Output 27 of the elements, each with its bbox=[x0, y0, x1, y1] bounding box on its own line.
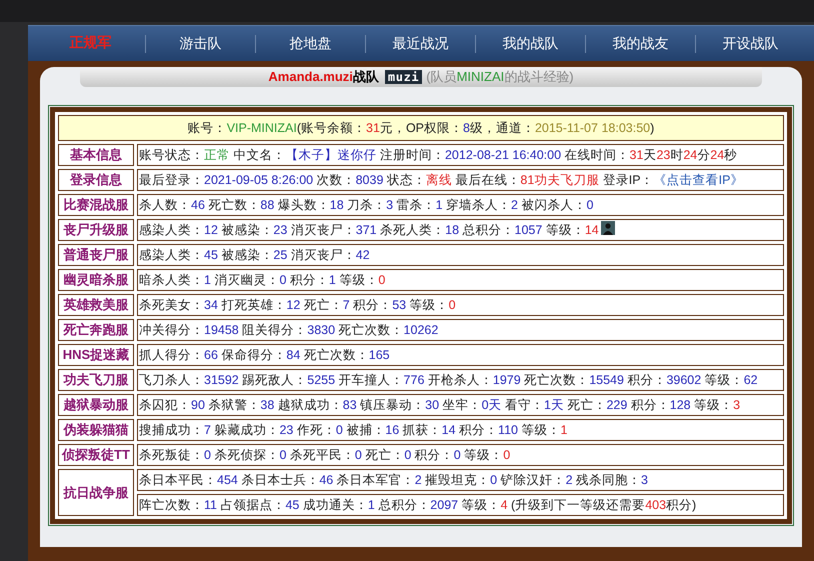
team-name: Amanda.muzi bbox=[268, 68, 353, 86]
category-label: 登录信息 bbox=[58, 169, 134, 191]
category-label: 丧尸升级服 bbox=[58, 219, 134, 241]
category-label: 英雄救美服 bbox=[58, 294, 134, 316]
nav-tab[interactable]: 我的战队 bbox=[476, 33, 585, 54]
team-logo: muzi bbox=[384, 70, 422, 84]
category-label: 幽灵暗杀服 bbox=[58, 269, 134, 291]
avatar-icon bbox=[600, 220, 615, 235]
nav-tab[interactable]: 抢地盘 bbox=[256, 33, 365, 54]
category-label: 普通丧尸服 bbox=[58, 244, 134, 266]
team-suffix: 战队 bbox=[352, 68, 379, 86]
category-label: 死亡奔跑服 bbox=[58, 319, 134, 341]
category-label: 越狱暴动服 bbox=[58, 394, 134, 416]
category-label: 抗日战争服 bbox=[58, 469, 134, 516]
nav-tab[interactable]: 我的战友 bbox=[586, 33, 695, 54]
category-label: 基本信息 bbox=[58, 144, 134, 166]
category-label: 伪装躲猫猫 bbox=[58, 419, 134, 441]
category-label: HNS捉迷藏 bbox=[58, 344, 134, 366]
category-label: 比赛混战服 bbox=[58, 194, 134, 216]
nav-tab[interactable]: 最近战况 bbox=[366, 33, 475, 54]
nav-tab[interactable]: 开设战队 bbox=[696, 33, 805, 54]
ip-link[interactable]: 《点击查看IP》 bbox=[654, 172, 744, 187]
account-summary: 账号：VIP-MINIZAI(账号余额：31元，OP权限：8级，通道：2015-11-07 18:03:50) bbox=[58, 115, 784, 141]
category-label: 功夫飞刀服 bbox=[58, 369, 134, 391]
subtitle: (队员MINIZAI的战斗经验) bbox=[426, 68, 574, 86]
nav-tab[interactable]: 游击队 bbox=[146, 33, 255, 54]
category-label: 侦探叛徒TT bbox=[58, 444, 134, 466]
